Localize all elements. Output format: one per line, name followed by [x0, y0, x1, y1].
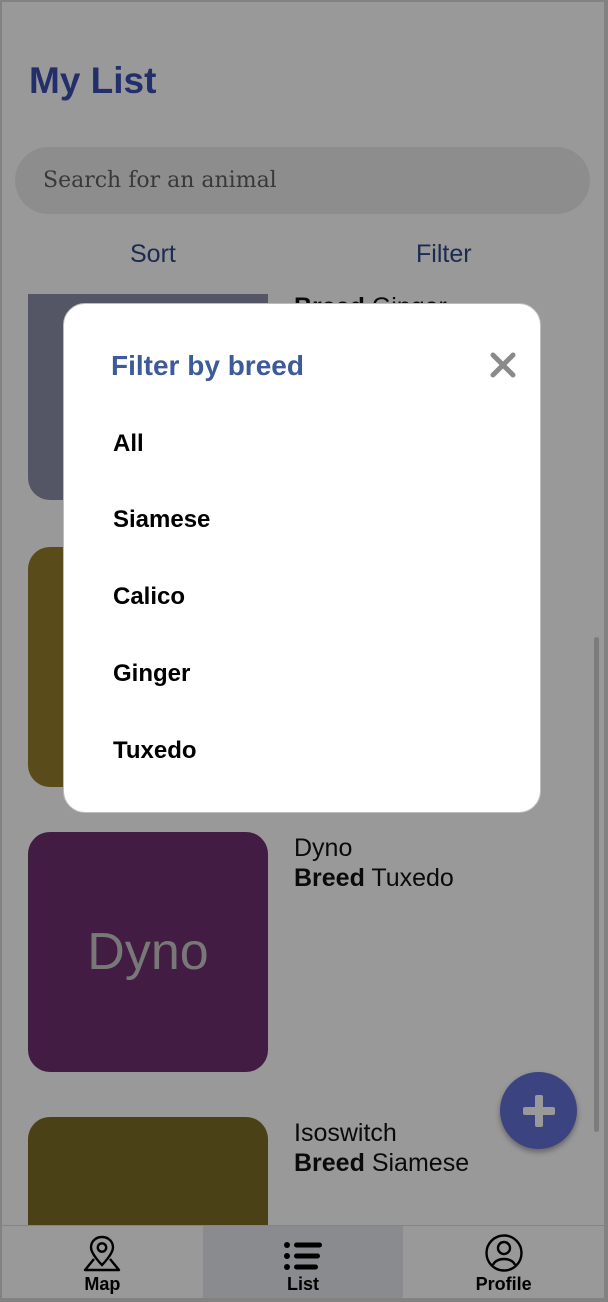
modal-title: Filter by breed — [111, 350, 304, 381]
close-icon[interactable] — [489, 351, 517, 379]
filter-option-siamese[interactable]: Siamese — [113, 506, 210, 534]
filter-option-all[interactable]: All — [113, 430, 144, 458]
filter-option-calico[interactable]: Calico — [113, 583, 185, 611]
filter-option-ginger[interactable]: Ginger — [113, 660, 190, 688]
filter-option-tuxedo[interactable]: Tuxedo — [113, 737, 197, 765]
filter-modal: Filter by breed All Siamese Calico Ginge… — [63, 303, 541, 813]
